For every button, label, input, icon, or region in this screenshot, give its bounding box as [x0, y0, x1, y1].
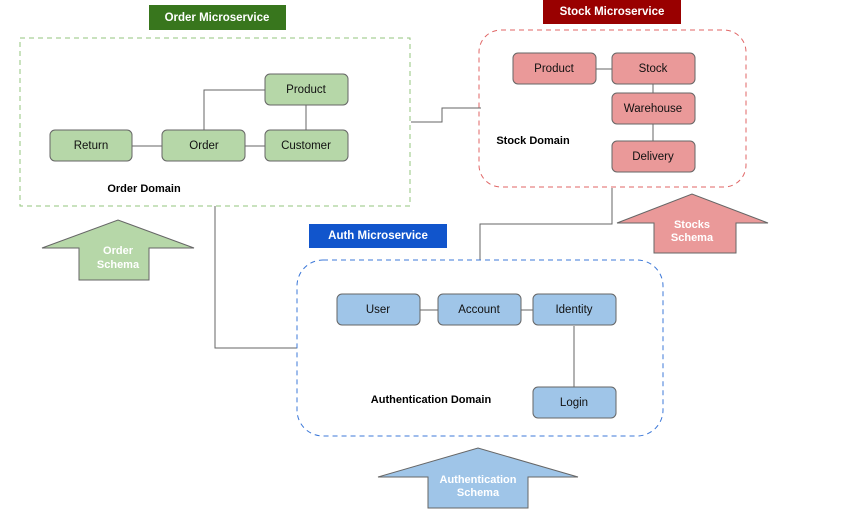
stock-node-warehouse[interactable]: Warehouse [611, 92, 696, 125]
stock-node-delivery-label: Delivery [632, 151, 674, 163]
auth-node-user-label: User [366, 304, 390, 316]
order-domain-label: Order Domain [107, 183, 181, 195]
connector-stock-auth [479, 188, 613, 260]
stock-node-product-label: Product [534, 63, 574, 75]
order-node-order[interactable]: Order [161, 129, 246, 162]
auth-schema-line2: Schema [457, 487, 500, 499]
stock-microservice-label: Stock Microservice [543, 0, 681, 24]
stock-schema-arrow: Stocks Schema [616, 193, 769, 254]
stock-schema-line1: Stocks [674, 219, 710, 231]
stock-node-delivery[interactable]: Delivery [611, 140, 696, 173]
connector-order-stock [411, 107, 481, 123]
auth-node-account-label: Account [458, 304, 500, 316]
order-microservice-label: Order Microservice [149, 5, 286, 30]
order-schema-line2: Schema [97, 259, 140, 271]
order-node-product[interactable]: Product [264, 73, 349, 106]
auth-domain-label: Authentication Domain [371, 394, 492, 406]
auth-microservice-label: Auth Microservice [309, 224, 447, 248]
auth-microservice-text: Auth Microservice [328, 230, 428, 242]
stock-node-warehouse-label: Warehouse [624, 103, 682, 115]
order-node-product-label: Product [286, 84, 326, 96]
order-node-customer-label: Customer [281, 140, 331, 152]
stock-node-product[interactable]: Product [512, 52, 597, 85]
stock-domain-label: Stock Domain [496, 135, 570, 147]
stock-node-stock-label: Stock [639, 63, 668, 75]
auth-node-account[interactable]: Account [437, 293, 522, 326]
order-node-customer[interactable]: Customer [264, 129, 349, 162]
order-microservice-text: Order Microservice [165, 12, 270, 24]
connector-order-auth [214, 206, 297, 349]
auth-node-identity-label: Identity [555, 304, 592, 316]
order-schema-arrow: Order Schema [41, 219, 195, 281]
order-node-return[interactable]: Return [49, 129, 133, 162]
auth-node-user[interactable]: User [336, 293, 421, 326]
auth-node-login-label: Login [560, 397, 588, 409]
order-schema-line1: Order [103, 245, 134, 257]
auth-schema-line1: Authentication [440, 474, 517, 486]
stock-node-stock[interactable]: Stock [611, 52, 696, 85]
auth-schema-arrow: Authentication Schema [377, 447, 579, 509]
stock-microservice-text: Stock Microservice [560, 6, 665, 18]
order-node-order-label: Order [189, 140, 219, 152]
auth-node-identity[interactable]: Identity [532, 293, 617, 326]
auth-node-login[interactable]: Login [532, 386, 617, 419]
edge-order-product [203, 89, 265, 130]
microservice-diagram: Order Microservice Order Domain Product … [19, 0, 769, 509]
order-domain-boundary [19, 37, 411, 207]
stock-schema-line2: Schema [671, 232, 714, 244]
order-node-return-label: Return [74, 140, 109, 152]
